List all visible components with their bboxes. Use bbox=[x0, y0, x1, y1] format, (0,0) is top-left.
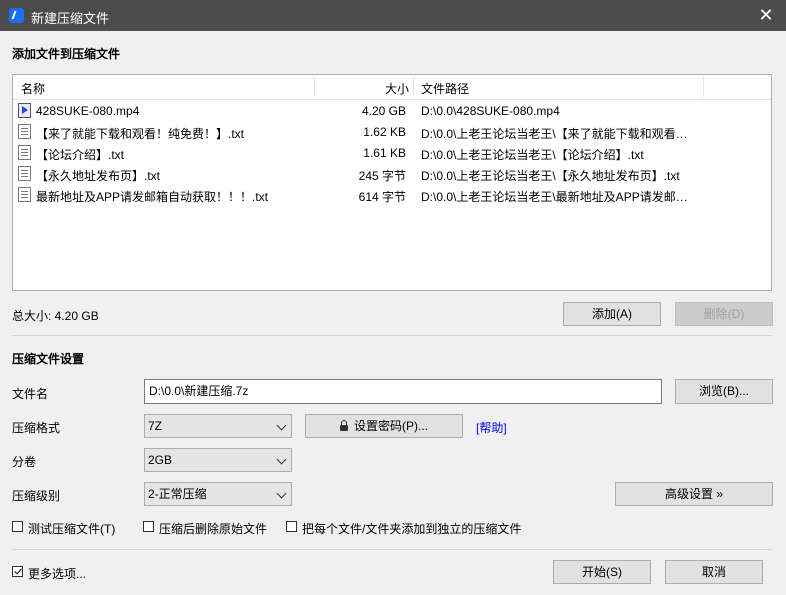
text-file-icon bbox=[18, 187, 31, 202]
file-row[interactable]: 【来了就能下载和观看！纯免费！】.txt 1.62 KB D:\0.0\上老王论… bbox=[13, 122, 771, 143]
advanced-settings-button[interactable]: 高级设置 » bbox=[615, 482, 773, 506]
file-path: D:\0.0\上老王论坛当老王\【来了就能下载和观看… bbox=[421, 127, 688, 141]
cancel-button[interactable]: 取消 bbox=[665, 560, 763, 584]
divider bbox=[12, 335, 772, 336]
total-size: 总大小: 4.20 GB bbox=[12, 309, 99, 323]
column-header-name[interactable]: 名称 bbox=[21, 80, 45, 97]
filename-label: 文件名 bbox=[12, 387, 49, 401]
file-list[interactable]: 名称 大小 文件路径 428SUKE-080.mp4 4.20 GB D:\0.… bbox=[12, 74, 772, 291]
file-name: 428SUKE-080.mp4 bbox=[36, 104, 140, 118]
separate-archives-label: 把每个文件/文件夹添加到独立的压缩文件 bbox=[302, 522, 522, 536]
app-logo-icon bbox=[9, 8, 24, 23]
checkbox-box[interactable] bbox=[286, 521, 297, 532]
format-value: 7Z bbox=[148, 419, 163, 433]
file-row[interactable]: 【论坛介绍】.txt 1.61 KB D:\0.0\上老王论坛当老王\【论坛介绍… bbox=[13, 143, 771, 164]
file-path: D:\0.0\428SUKE-080.mp4 bbox=[421, 104, 560, 118]
file-path: D:\0.0\上老王论坛当老王\【论坛介绍】.txt bbox=[421, 148, 644, 162]
add-button[interactable]: 添加(A) bbox=[563, 302, 661, 326]
split-value: 2GB bbox=[148, 453, 173, 467]
column-header-path[interactable]: 文件路径 bbox=[421, 80, 469, 97]
file-path: D:\0.0\上老王论坛当老王\最新地址及APP请发邮… bbox=[421, 190, 688, 204]
file-size: 4.20 GB bbox=[361, 104, 406, 118]
chevron-down-icon bbox=[276, 420, 287, 431]
settings-section-title: 压缩文件设置 bbox=[12, 352, 85, 366]
level-select[interactable]: 2-正常压缩 bbox=[144, 482, 292, 506]
file-row[interactable]: 最新地址及APP请发邮箱自动获取！！！.txt 614 字节 D:\0.0\上老… bbox=[13, 185, 771, 206]
checkbox-box[interactable] bbox=[12, 566, 23, 577]
video-file-icon bbox=[18, 103, 31, 118]
set-password-button[interactable]: 设置密码(P)... bbox=[305, 414, 463, 438]
chevron-down-icon bbox=[276, 488, 287, 499]
set-password-label: 设置密码(P)... bbox=[354, 419, 428, 433]
file-name: 【永久地址发布页】.txt bbox=[36, 169, 161, 183]
file-size: 614 字节 bbox=[358, 190, 406, 204]
format-label: 压缩格式 bbox=[12, 421, 61, 435]
checkbox-box[interactable] bbox=[143, 521, 154, 532]
delete-button[interactable]: 删除(D) bbox=[675, 302, 773, 326]
file-name: 【论坛介绍】.txt bbox=[36, 148, 125, 162]
start-button[interactable]: 开始(S) bbox=[553, 560, 651, 584]
text-file-icon bbox=[18, 145, 31, 160]
format-select[interactable]: 7Z bbox=[144, 414, 292, 438]
test-archive-label: 测试压缩文件(T) bbox=[28, 522, 116, 536]
text-file-icon bbox=[18, 166, 31, 181]
split-label: 分卷 bbox=[12, 455, 37, 469]
title-bar: 新建压缩文件 ✕ bbox=[0, 0, 786, 31]
text-file-icon bbox=[18, 124, 31, 139]
level-value: 2-正常压缩 bbox=[148, 487, 207, 501]
divider bbox=[12, 549, 772, 550]
column-header-size[interactable]: 大小 bbox=[385, 80, 409, 97]
delete-after-label: 压缩后删除原始文件 bbox=[159, 522, 268, 536]
add-section-title: 添加文件到压缩文件 bbox=[12, 47, 121, 61]
delete-after-checkbox[interactable]: 压缩后删除原始文件 bbox=[143, 520, 273, 536]
file-size: 1.62 KB bbox=[363, 125, 406, 139]
browse-button[interactable]: 浏览(B)... bbox=[675, 379, 773, 404]
more-options-label: 更多选项... bbox=[28, 567, 87, 581]
help-link[interactable]: [帮助] bbox=[476, 419, 507, 436]
close-icon[interactable]: ✕ bbox=[746, 0, 786, 31]
window-title: 新建压缩文件 bbox=[31, 11, 110, 26]
test-archive-checkbox[interactable]: 测试压缩文件(T) bbox=[12, 520, 132, 536]
level-label: 压缩级别 bbox=[12, 489, 61, 503]
file-name: 最新地址及APP请发邮箱自动获取！！！.txt bbox=[36, 190, 269, 204]
filename-input[interactable]: D:\0.0\新建压缩.7z bbox=[144, 379, 662, 404]
more-options-checkbox[interactable]: 更多选项... bbox=[12, 565, 102, 581]
chevron-down-icon bbox=[276, 454, 287, 465]
checkbox-box[interactable] bbox=[12, 521, 23, 532]
split-select[interactable]: 2GB bbox=[144, 448, 292, 472]
lock-icon bbox=[340, 420, 348, 431]
separate-archives-checkbox[interactable]: 把每个文件/文件夹添加到独立的压缩文件 bbox=[286, 520, 536, 536]
file-name: 【来了就能下载和观看！纯免费！】.txt bbox=[36, 127, 245, 141]
file-path: D:\0.0\上老王论坛当老王\【永久地址发布页】.txt bbox=[421, 169, 680, 183]
file-size: 245 字节 bbox=[358, 169, 406, 183]
file-row[interactable]: 428SUKE-080.mp4 4.20 GB D:\0.0\428SUKE-0… bbox=[13, 101, 771, 122]
file-list-header: 名称 大小 文件路径 bbox=[13, 75, 771, 100]
file-size: 1.61 KB bbox=[363, 146, 406, 160]
file-row[interactable]: 【永久地址发布页】.txt 245 字节 D:\0.0\上老王论坛当老王\【永久… bbox=[13, 164, 771, 185]
